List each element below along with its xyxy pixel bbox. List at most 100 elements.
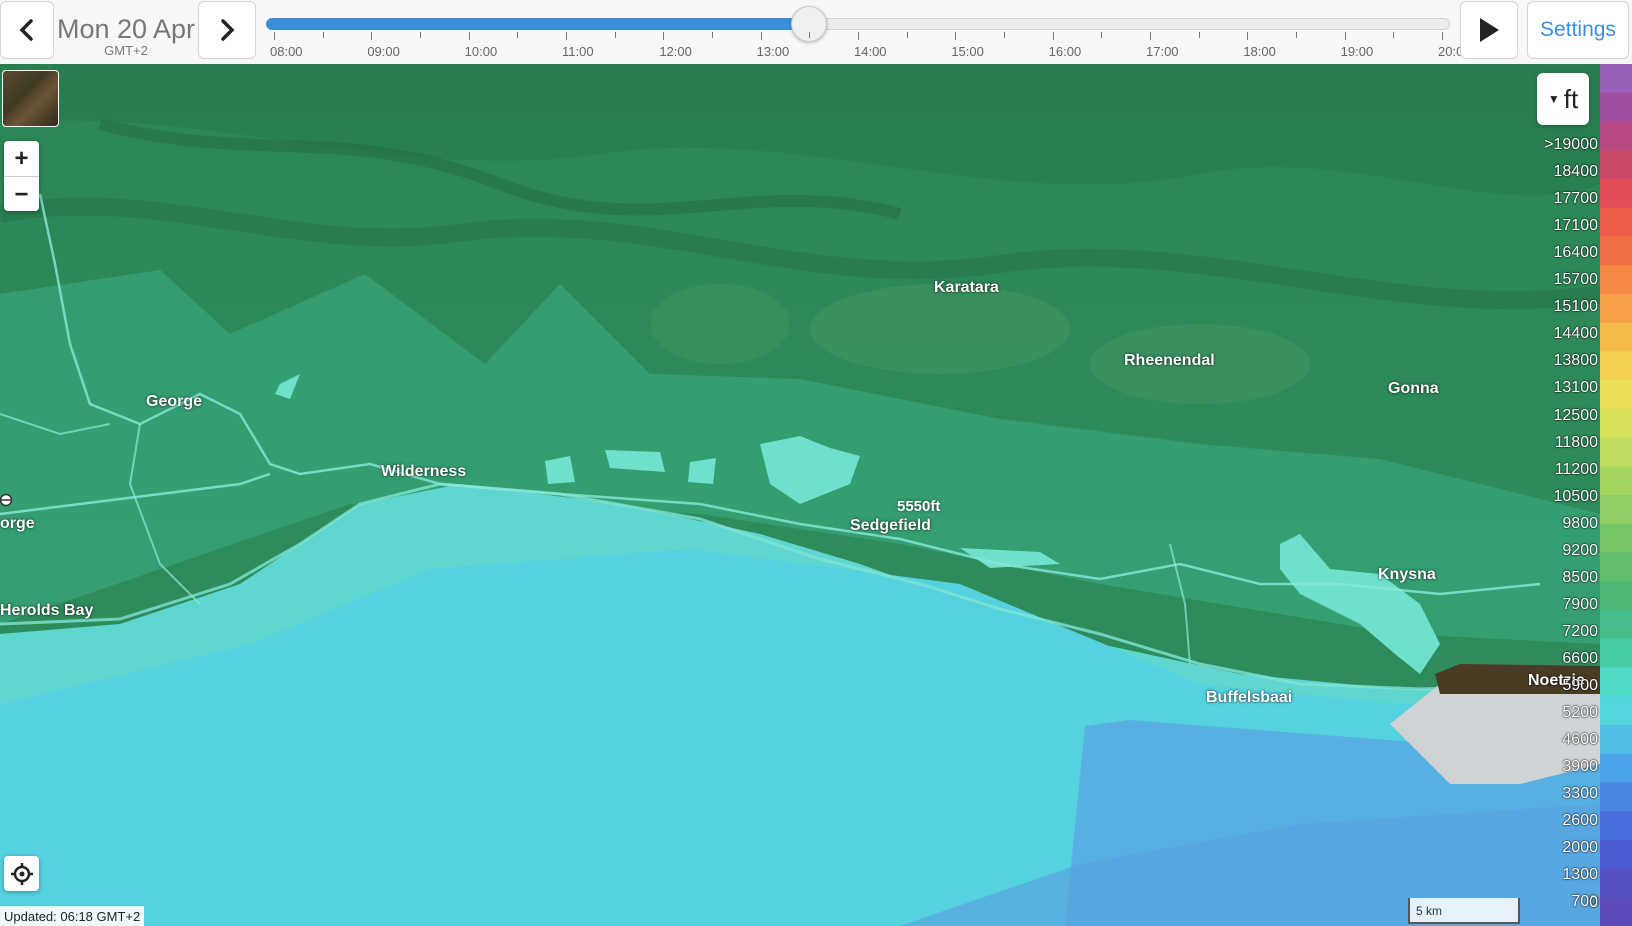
time-tick-minor [322, 32, 324, 38]
time-ticks: 08:00 09:00 10:00 11:00 12:00 13:00 14:00 15:00… [266, 32, 1471, 62]
legend-label: 14400 [1553, 325, 1599, 343]
time-tick [955, 32, 957, 40]
legend-label: 2600 [1562, 812, 1598, 830]
legend-label: 15100 [1553, 298, 1599, 316]
legend-label: 17700 [1553, 190, 1599, 208]
legend-label: 3300 [1562, 785, 1598, 803]
altitude-color-legend [1600, 64, 1632, 926]
time-tick-label: 11:00 [562, 44, 594, 59]
map-view[interactable]: Karatara Rheenendal Gonna George Wildern… [0, 64, 1600, 926]
layer-switcher-button[interactable] [2, 70, 59, 127]
legend-color-swatch [1600, 638, 1632, 669]
legend-color-swatch [1600, 178, 1632, 209]
previous-day-button[interactable] [0, 1, 54, 59]
legend-color-swatch [1600, 811, 1632, 841]
place-label: George [146, 393, 203, 410]
legend-label: 10500 [1553, 487, 1599, 505]
legend-label: 6600 [1562, 649, 1598, 667]
zoom-control: + − [4, 141, 39, 211]
time-slider[interactable]: 08:00 09:00 10:00 11:00 12:00 13:00 14:00 15:00… [266, 6, 1471, 62]
legend-color-swatch [1600, 380, 1632, 410]
place-label: Wilderness [381, 463, 467, 480]
legend-label: >19000 [1544, 136, 1598, 153]
legend-color-swatch [1600, 322, 1632, 353]
legend-label: 5900 [1562, 677, 1598, 694]
legend-color-swatch [1600, 466, 1632, 496]
time-tick [1344, 32, 1346, 40]
time-tick-minor [1101, 32, 1103, 38]
legend-label: 4600 [1562, 731, 1598, 749]
time-tick [1052, 32, 1054, 40]
time-tick-label: 12:00 [659, 44, 692, 59]
time-tick-minor [1004, 32, 1005, 38]
chevron-left-icon [19, 19, 33, 41]
legend-color-swatch [1600, 64, 1632, 94]
time-tick-minor [906, 32, 908, 38]
time-tick-label: 19:00 [1340, 44, 1374, 59]
place-label: Buffelsbaai [1206, 689, 1293, 706]
date-label: Mon 20 Apr [56, 14, 196, 44]
legend-color-swatch [1600, 868, 1632, 899]
legend-label: 7200 [1562, 622, 1598, 640]
locate-button[interactable] [4, 856, 39, 891]
chevron-right-icon [221, 19, 235, 41]
time-tick-label: 09:00 [367, 44, 400, 59]
time-tick-label: 14:00 [854, 44, 887, 59]
legend-label: 7900 [1562, 595, 1598, 613]
legend-label: 18400 [1553, 163, 1599, 181]
legend-label: 11800 [1554, 433, 1598, 451]
legend-label: 12500 [1553, 406, 1599, 424]
legend-label: 8500 [1562, 568, 1598, 586]
time-slider-progress [266, 18, 810, 30]
time-tick [858, 32, 859, 40]
time-tick [760, 32, 762, 40]
legend-color-swatch [1600, 351, 1632, 382]
legend-color-swatch [1600, 150, 1632, 180]
legend-color-swatch [1600, 581, 1632, 611]
time-tick-label: 08:00 [270, 44, 303, 59]
zoom-in-button[interactable]: + [4, 141, 39, 177]
timezone-label: GMT+2 [104, 43, 148, 58]
legend-label: 17100 [1553, 217, 1599, 235]
time-tick-label: 15:00 [951, 44, 984, 59]
top-bar: Mon 20 Apr GMT+2 08:00 09:00 10:00 11:00 12:… [0, 0, 1632, 65]
place-label: orge [0, 515, 35, 532]
next-day-button[interactable] [198, 1, 256, 59]
legend-color-swatch [1600, 92, 1632, 123]
updated-timestamp: Updated: 06:18 GMT+2 [0, 906, 145, 926]
legend-color-swatch [1600, 839, 1632, 870]
legend-color-swatch [1600, 495, 1632, 525]
city-marker-icon [0, 493, 13, 507]
date-display: Mon 20 Apr GMT+2 [56, 2, 196, 60]
legend-label: 1300 [1562, 866, 1598, 884]
time-tick-label: 16:00 [1048, 44, 1082, 59]
legend-label: 5200 [1562, 704, 1598, 722]
legend-color-swatch [1600, 207, 1632, 238]
legend-label: 13800 [1553, 352, 1599, 370]
settings-button[interactable]: Settings [1527, 1, 1629, 59]
place-label: Knysna [1378, 566, 1436, 583]
zoom-out-button[interactable]: − [4, 177, 39, 212]
time-tick-label: 18:00 [1243, 44, 1276, 59]
time-tick-minor [517, 32, 519, 38]
legend-color-swatch [1600, 293, 1632, 324]
place-label: Karatara [934, 279, 999, 296]
legend-label: 9200 [1562, 541, 1598, 559]
time-tick-minor [712, 32, 713, 38]
place-label: Herolds Bay [0, 602, 94, 619]
legend-label: 0 [1589, 894, 1598, 911]
legend-label: 11200 [1554, 460, 1598, 478]
time-tick-minor [809, 32, 811, 38]
legend-color-swatch [1600, 265, 1632, 295]
legend-color-swatch [1600, 437, 1632, 468]
legend-color-swatch [1600, 408, 1632, 439]
legend-color-swatch [1600, 724, 1632, 755]
time-tick [371, 32, 373, 40]
time-tick [1150, 32, 1151, 40]
legend-color-swatch [1600, 121, 1632, 152]
play-icon [1480, 18, 1499, 42]
time-tick-minor [1198, 32, 1200, 38]
time-tick [1442, 32, 1443, 40]
time-tick [468, 32, 470, 40]
play-button[interactable] [1460, 1, 1518, 59]
